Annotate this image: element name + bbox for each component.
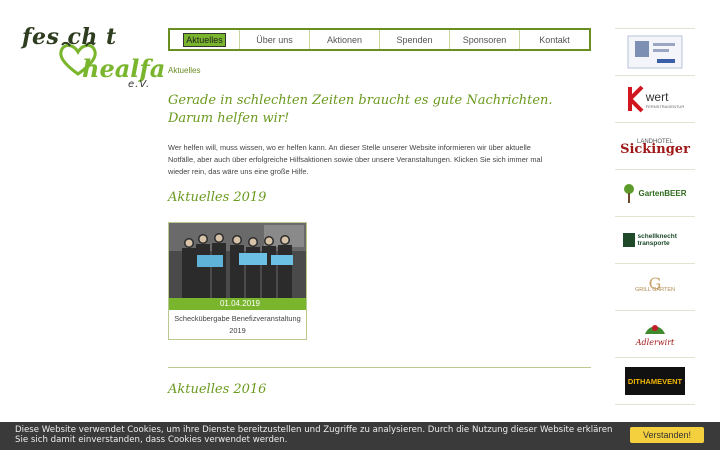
news-card[interactable]: 01.04.2019 Scheckübergabe Benefizveranst… (168, 222, 307, 340)
kwert-subtext: FERNSTRAGENTUR (645, 103, 685, 109)
sponsor-logo-1[interactable] (615, 28, 695, 75)
group-photo-image (169, 223, 306, 298)
sponsor-logo-adlerwirt[interactable]: Adlerwirt (615, 310, 695, 357)
nav-item-kontakt[interactable]: Kontakt (520, 30, 589, 49)
news-card-caption[interactable]: Scheckübergabe Benefizveranstaltung 2019 (169, 313, 306, 337)
headline-line2: Darum helfen wir! (168, 111, 290, 126)
section-title-2016: Aktuelles 2016 (168, 382, 267, 397)
logo-text-line3: e.V. (128, 79, 151, 90)
landhotel-name: Sickinger (620, 142, 690, 157)
page-headline: Gerade in schlechten Zeiten braucht es g… (168, 92, 553, 128)
tree-icon (624, 184, 635, 203)
nav-item-aktuelles[interactable]: Aktuelles (170, 30, 240, 49)
kwert-name: wert (645, 89, 669, 104)
section-divider (168, 367, 591, 368)
nav-item-aktionen[interactable]: Aktionen (310, 30, 380, 49)
breadcrumb[interactable]: Aktuelles (168, 66, 200, 75)
cookie-message: Diese Website verwendet Cookies, um ihre… (15, 425, 613, 445)
nav-item-sponsoren[interactable]: Sponsoren (450, 30, 520, 49)
intro-text: Wer helfen will, muss wissen, wo er helf… (168, 143, 543, 177)
gartenbeer-name: GartenBEER (638, 188, 687, 198)
sponsor-logo-landhotel[interactable]: LANDHOTEL Sickinger (615, 122, 695, 169)
headline-line1: Gerade in schlechten Zeiten braucht es g… (168, 93, 553, 108)
cookie-accept-button[interactable]: Verstanden! (630, 427, 704, 443)
news-card-date: 01.04.2019 (169, 298, 306, 310)
kwert-k-icon (627, 85, 644, 113)
adlerwirt-name: Adlerwirt (635, 338, 675, 347)
sponsor-logo-schellknecht[interactable]: schellknecht transporte (615, 216, 695, 263)
main-nav: Aktuelles Über uns Aktionen Spenden Spon… (168, 28, 591, 51)
sponsor-logo-kwert[interactable]: wert FERNSTRAGENTUR (615, 75, 695, 122)
adlerwirt-emblem-icon (645, 325, 665, 334)
schellknecht-icon (622, 233, 635, 247)
logo-text-line2: healfa (82, 54, 166, 83)
nav-item-spenden[interactable]: Spenden (380, 30, 450, 49)
sponsor-1-logo (627, 35, 683, 69)
grill-garten-name: GRILL GARTEN (634, 287, 676, 293)
sponsor-logo-gartenbeer[interactable]: GartenBEER (615, 169, 695, 216)
news-card-photo[interactable] (169, 223, 306, 298)
grill-garten-g-icon: G (648, 274, 662, 293)
logo[interactable]: fes ch t healfa e.V. (20, 24, 165, 94)
sponsor-logo-dithamevent[interactable]: DITHAMEVENT (615, 357, 695, 404)
dithamevent-name: DITHAMEVENT (627, 376, 683, 386)
sponsor-logo-grillgarten[interactable]: G GRILL GARTEN (615, 263, 695, 310)
schellknecht-name: schellknecht transporte (637, 233, 677, 247)
section-title-2019: Aktuelles 2019 (168, 190, 267, 205)
cookie-banner: Diese Website verwendet Cookies, um ihre… (0, 422, 720, 450)
nav-item-ueber-uns[interactable]: Über uns (240, 30, 310, 49)
